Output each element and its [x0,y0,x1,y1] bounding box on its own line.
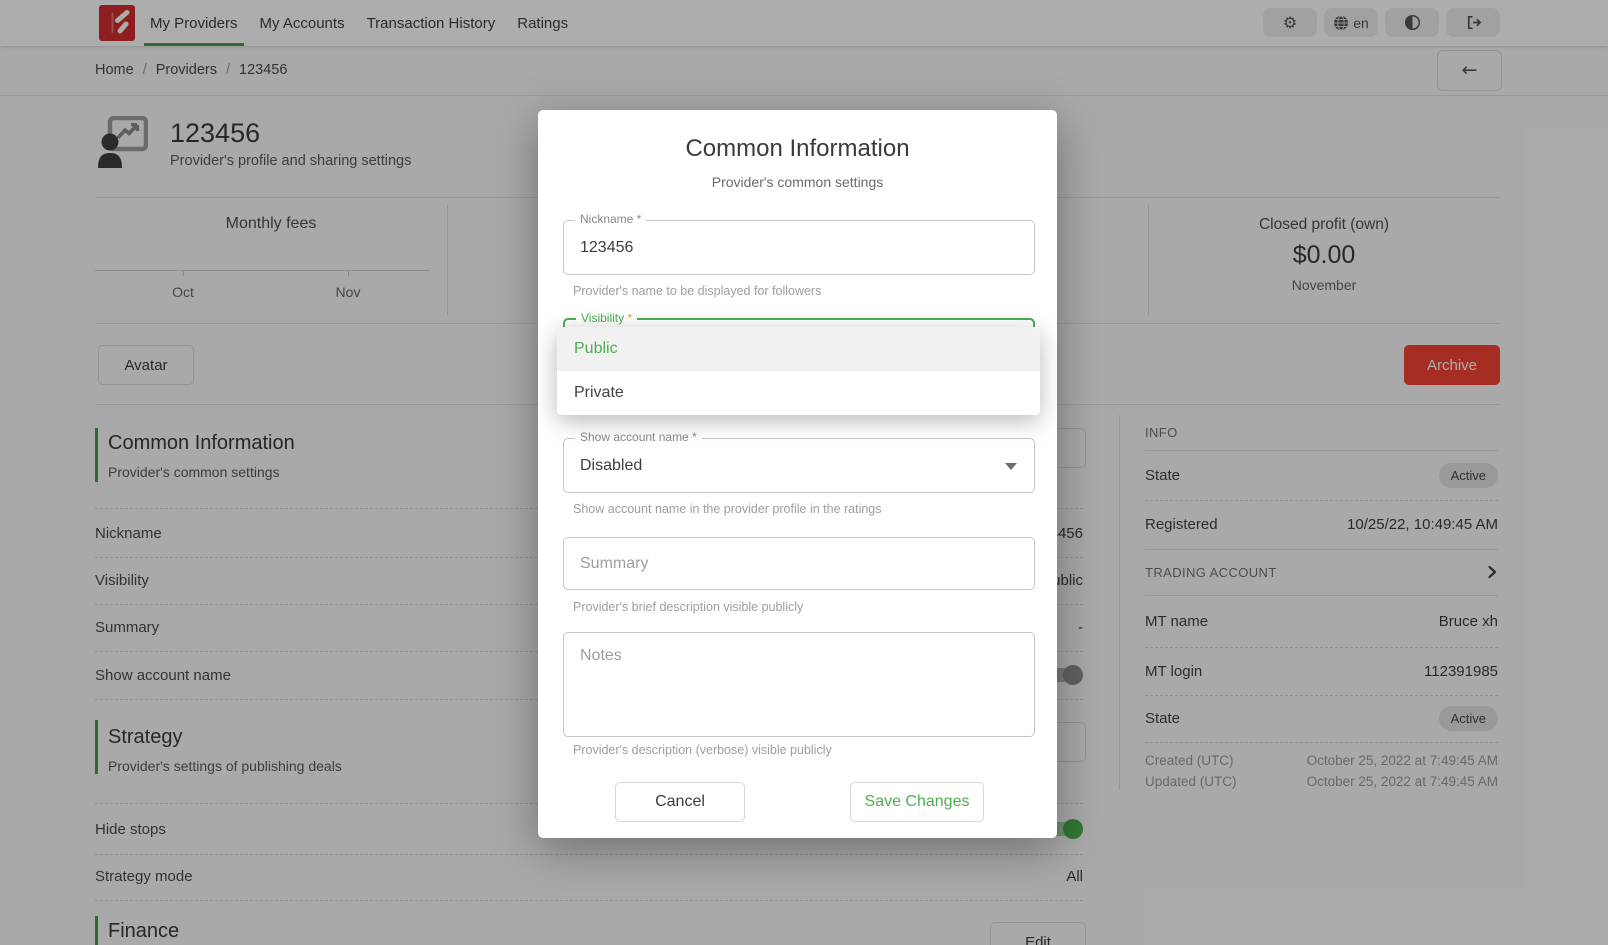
summary-helper-text: Provider's brief description visible pub… [573,600,803,614]
common-information-dialog: Common Information Provider's common set… [538,110,1057,838]
notes-field[interactable] [563,632,1035,737]
visibility-dropdown-menu: Public Private [557,327,1040,415]
visibility-option-public[interactable]: Public [557,327,1040,371]
nickname-input[interactable] [564,221,1034,274]
dialog-title: Common Information [538,135,1057,163]
visibility-option-private[interactable]: Private [557,371,1040,415]
visibility-field-label: Visibility * [576,311,637,325]
notes-helper-text: Provider's description (verbose) visible… [573,743,832,757]
save-changes-button[interactable]: Save Changes [850,782,984,822]
dialog-subtitle: Provider's common settings [538,174,1057,190]
show-account-name-value: Disabled [564,439,1034,492]
page: My Providers My Accounts Transaction His… [0,0,1608,945]
cancel-button[interactable]: Cancel [615,782,745,822]
summary-input[interactable] [564,538,1034,589]
show-account-name-field[interactable]: Show account name * Disabled [563,438,1035,493]
nickname-field-label: Nickname * [575,212,646,226]
notes-textarea[interactable] [564,633,1034,736]
summary-field[interactable] [563,537,1035,590]
nickname-helper-text: Provider's name to be displayed for foll… [573,284,821,298]
nickname-field[interactable]: Nickname * [563,220,1035,275]
chevron-down-icon [1005,463,1017,470]
show-account-name-field-label: Show account name * [575,430,702,444]
show-account-name-helper-text: Show account name in the provider profil… [573,502,882,516]
